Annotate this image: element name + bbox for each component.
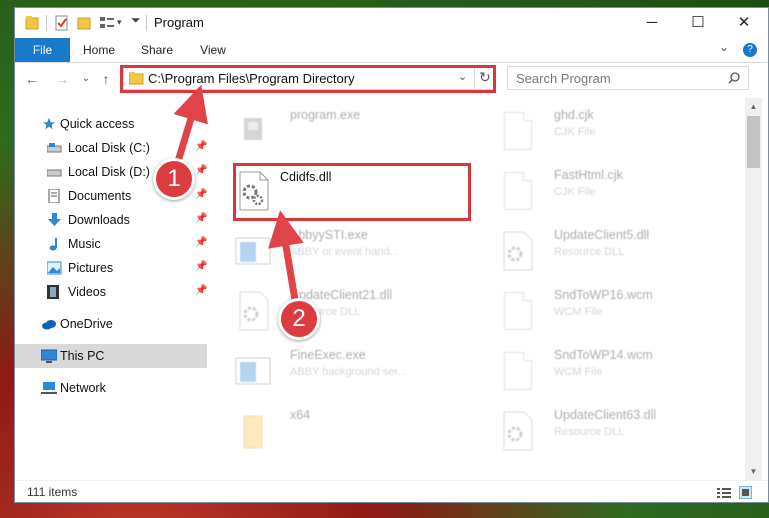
step-1-badge: 1 — [153, 158, 195, 200]
annotation-arrows — [171, 84, 304, 307]
step-2-badge: 2 — [278, 298, 320, 340]
